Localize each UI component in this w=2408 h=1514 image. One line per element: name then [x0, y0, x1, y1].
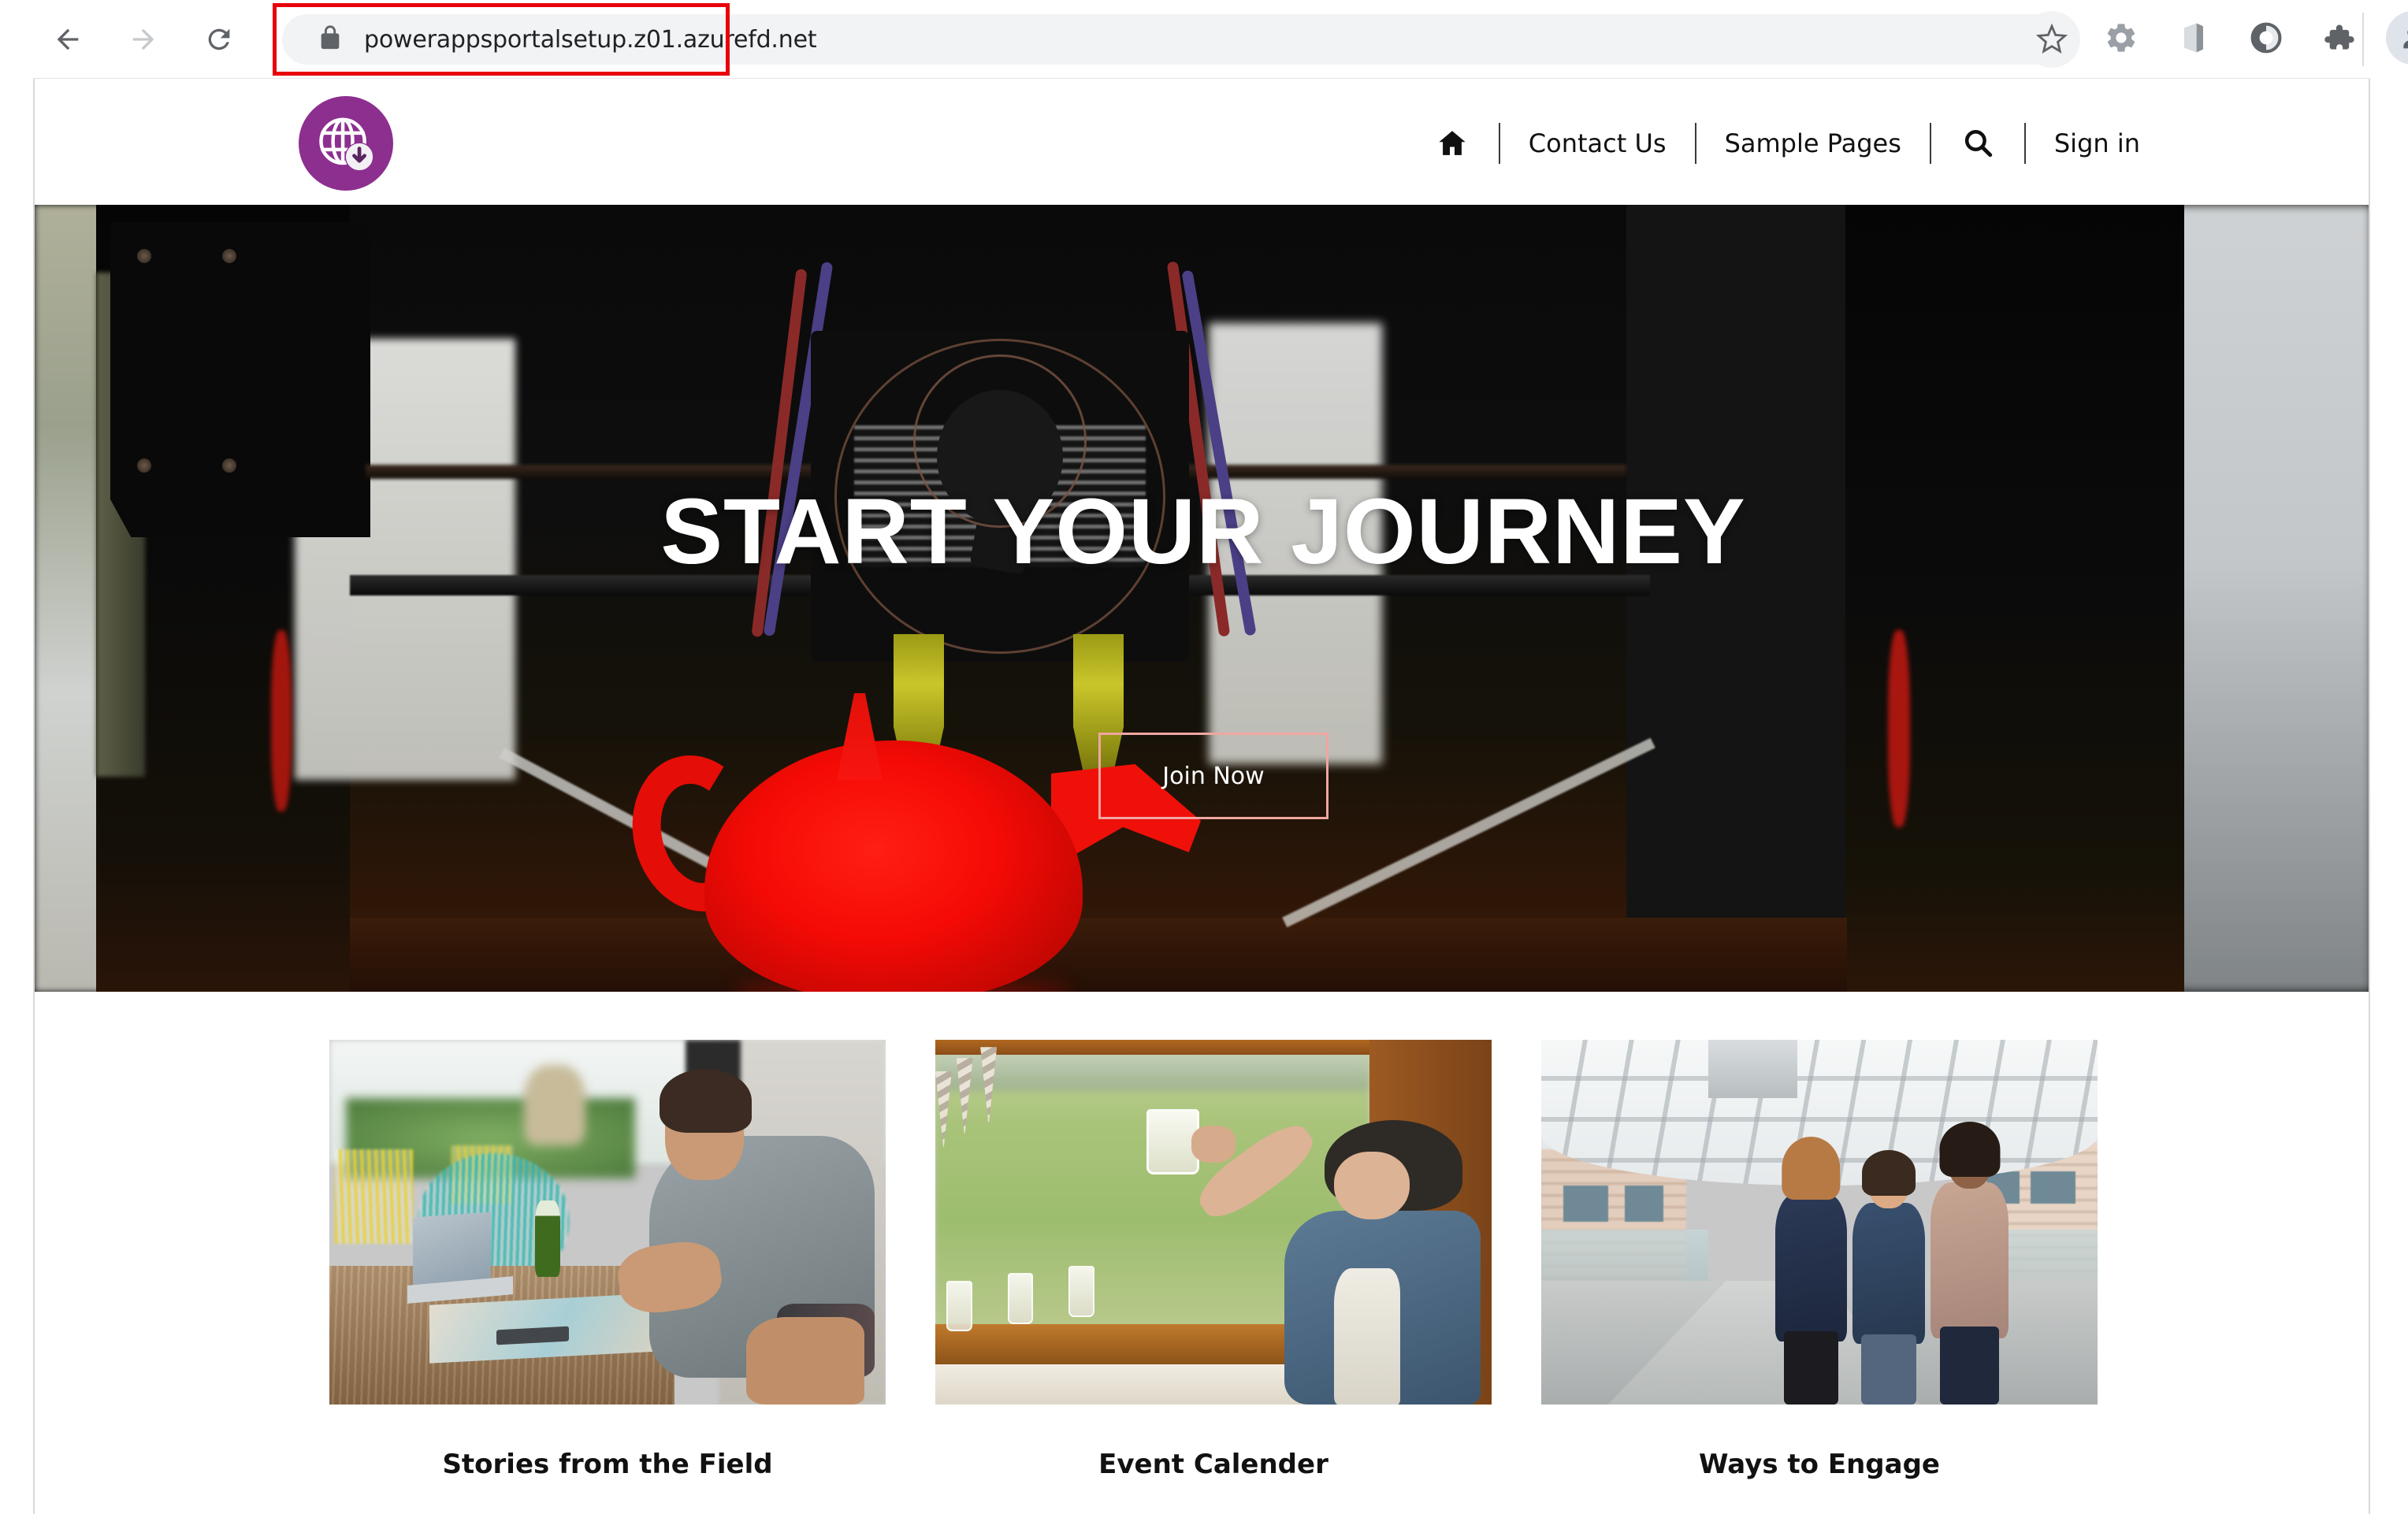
browser-nav-buttons: [46, 17, 241, 61]
card-image-event-calender[interactable]: [935, 1040, 1492, 1405]
hero-image-3d-printer-teapot: [35, 205, 2369, 992]
nav-contact-us[interactable]: Contact Us: [1500, 128, 1695, 158]
join-now-button[interactable]: Join Now: [1098, 733, 1328, 819]
card-image-ways-to-engage[interactable]: [1541, 1040, 2098, 1405]
card-title[interactable]: Event Calender: [935, 1449, 1492, 1480]
nav-home[interactable]: [1406, 127, 1499, 160]
card-title[interactable]: Stories from the Field: [329, 1449, 886, 1480]
nav-sign-in[interactable]: Sign in: [2026, 128, 2168, 158]
card-image-stories-from-the-field[interactable]: [329, 1040, 886, 1405]
url-text[interactable]: powerappsportalsetup.z01.azurefd.net: [364, 26, 817, 54]
nav-sample-pages[interactable]: Sample Pages: [1696, 128, 1930, 158]
bookmark-button[interactable]: [2023, 11, 2080, 68]
card-title[interactable]: Ways to Engage: [1541, 1449, 2098, 1480]
browser-toolbar: powerappsportalsetup.z01.azurefd.net: [0, 0, 2408, 79]
feature-card[interactable]: Event Calender: [935, 1040, 1492, 1480]
search-icon: [1964, 130, 1993, 158]
page-viewport: Contact Us Sample Pages Sign in START YO…: [33, 79, 2370, 1514]
nav-search[interactable]: [1931, 127, 2024, 160]
person-man-center: [1852, 1150, 1926, 1405]
site-header: Contact Us Sample Pages Sign in: [35, 82, 2369, 205]
address-bar[interactable]: powerappsportalsetup.z01.azurefd.net: [282, 14, 2079, 65]
reload-button[interactable]: [197, 17, 241, 61]
home-icon: [1439, 131, 1466, 155]
feature-card[interactable]: Stories from the Field: [329, 1040, 886, 1480]
browser-extension-icons: [2096, 11, 2408, 65]
site-navigation: Contact Us Sample Pages Sign in: [1406, 82, 2168, 205]
address-bar-container: powerappsportalsetup.z01.azurefd.net: [273, 3, 2079, 76]
lock-icon: [317, 24, 344, 55]
gear-extension-icon: [2107, 24, 2135, 52]
toolbar-divider: [2362, 13, 2364, 66]
star-bookmark-icon: [2036, 24, 2068, 54]
circle-extension-icon: [2250, 22, 2282, 54]
hero-title: START YOUR JOURNEY: [660, 480, 1746, 584]
profile-avatar-icon: [2403, 30, 2408, 49]
extensions-button[interactable]: [2313, 13, 2364, 63]
puzzle-extensions-icon: [2324, 24, 2354, 50]
profile-button[interactable]: [2386, 11, 2408, 65]
gear-extension-button[interactable]: [2096, 13, 2146, 63]
reload-icon: [208, 28, 230, 50]
office-extension-icon: [2184, 23, 2203, 53]
back-button[interactable]: [46, 17, 90, 61]
forward-button[interactable]: [121, 17, 165, 61]
person-man-right: [1930, 1122, 2009, 1405]
globe-download-logo: [319, 117, 374, 172]
site-logo[interactable]: [299, 96, 393, 191]
feature-cards-section: Stories from the Field Event Calender Wa…: [35, 992, 2369, 1514]
circle-extension-button[interactable]: [2241, 13, 2291, 63]
back-arrow-icon: [57, 28, 79, 50]
forward-arrow-icon: [132, 28, 154, 50]
hero-banner: START YOUR JOURNEY Join Now: [35, 205, 2369, 992]
person-woman: [1774, 1136, 1848, 1405]
feature-card[interactable]: Ways to Engage: [1541, 1040, 2098, 1480]
office-extension-button[interactable]: [2168, 13, 2219, 63]
